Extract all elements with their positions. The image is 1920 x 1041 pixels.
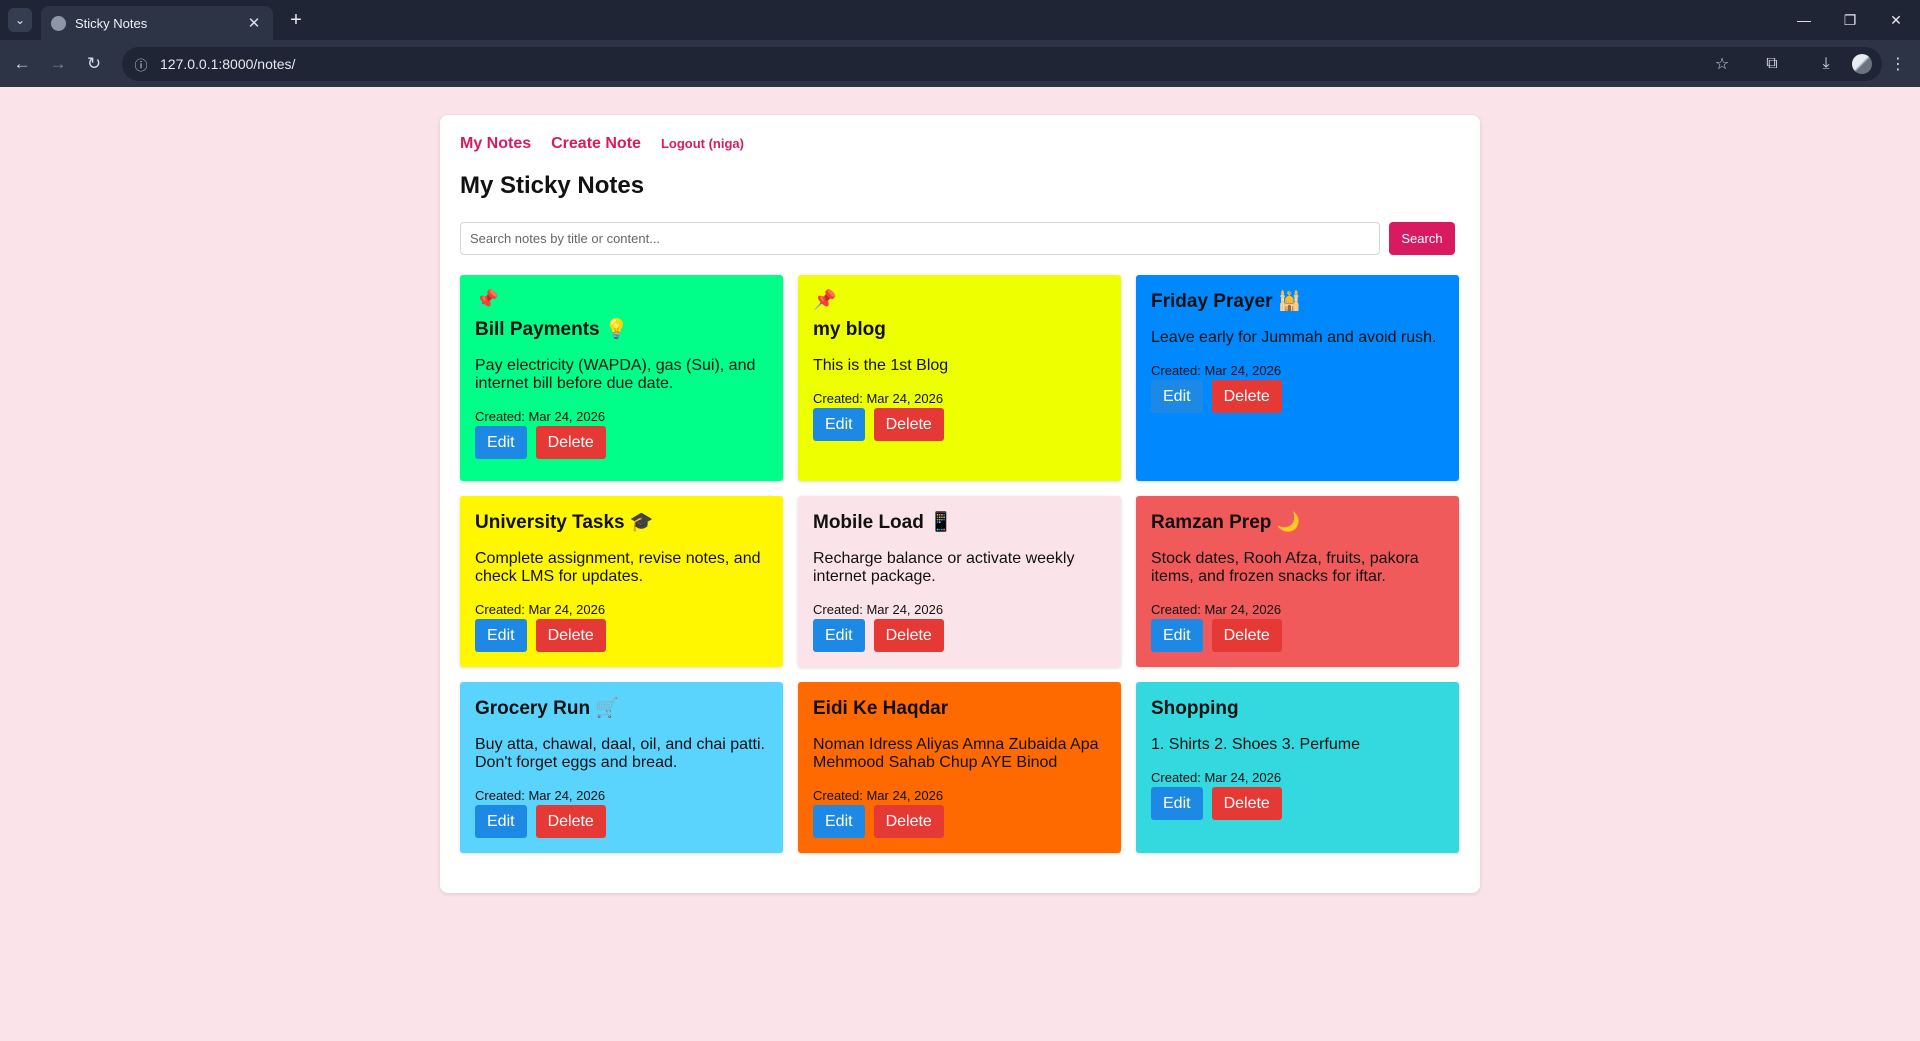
note-card: Eidi Ke Haqdar Noman Idress Aliyas Amna Z… (798, 682, 1121, 853)
edit-note-button[interactable]: Edit (813, 619, 865, 652)
main-container: My Notes Create Note Logout (niga) My St… (440, 115, 1480, 893)
note-card: 📌 Bill Payments 💡 Pay electricity (WAPDA),… (460, 275, 783, 481)
url-text[interactable]: 127.0.0.1:8000/notes/ (160, 56, 295, 72)
note-created-date: Created: Mar 24, 2026 (475, 602, 606, 617)
browser-toolbar: ← → ↻ ⓘ 127.0.0.1:8000/notes/ ☆ ⧉ ⤓ ⋮ (0, 40, 1920, 87)
edit-note-button[interactable]: Edit (1151, 787, 1203, 820)
tab-title: Sticky Notes (75, 15, 148, 31)
edit-note-button[interactable]: Edit (1151, 380, 1203, 413)
note-created-date: Created: Mar 24, 2026 (813, 602, 944, 617)
note-title: Friday Prayer 🕌 (1151, 291, 1302, 312)
pushpin-icon: 📌 (475, 290, 499, 311)
delete-note-button[interactable]: Delete (1211, 787, 1282, 820)
address-bar[interactable]: ⓘ 127.0.0.1:8000/notes/ (122, 47, 1882, 81)
note-actions: Edit Delete (813, 408, 1106, 441)
notes-grid: 📌 Bill Payments 💡 Pay electricity (WAPDA),… (460, 275, 1464, 853)
note-title: Ramzan Prep 🌙 (1151, 512, 1301, 533)
note-content: Buy atta, chawal, daal, oil, and chai pa… (475, 736, 765, 771)
note-content: Stock dates, Rooh Afza, fruits, pakora i… (1151, 550, 1419, 585)
site-info-icon[interactable]: ⓘ (124, 47, 158, 81)
edit-note-button[interactable]: Edit (1151, 619, 1203, 652)
new-tab-plus-icon[interactable]: + (282, 6, 310, 34)
note-card: Friday Prayer 🕌 Leave early for Jummah an… (1136, 275, 1459, 481)
delete-note-button[interactable]: Delete (1211, 619, 1282, 652)
note-actions: Edit Delete (813, 805, 1106, 838)
delete-note-button[interactable]: Delete (873, 805, 944, 838)
tab-search-chevron-icon[interactable]: ⌄ (8, 8, 32, 32)
note-content: Leave early for Jummah and avoid rush. (1151, 329, 1437, 346)
note-content: Pay electricity (WAPDA), gas (Sui), and … (475, 357, 756, 392)
note-content: Complete assignment, revise notes, and c… (475, 550, 761, 585)
note-created-date: Created: Mar 24, 2026 (475, 409, 606, 424)
forward-arrow-icon[interactable]: → (44, 50, 72, 78)
edit-note-button[interactable]: Edit (475, 426, 527, 459)
note-title: Shopping (1151, 698, 1239, 719)
menu-kebab-icon[interactable]: ⋮ (1884, 50, 1912, 78)
minimize-icon[interactable]: — (1784, 6, 1824, 34)
note-created-date: Created: Mar 24, 2026 (1151, 363, 1282, 378)
nav-logout-link[interactable]: Logout (niga) (661, 136, 744, 151)
search-button[interactable]: Search (1389, 222, 1455, 255)
nav-create-note-link[interactable]: Create Note (551, 135, 641, 153)
tab-close-icon[interactable]: ✕ (245, 14, 263, 32)
note-card: University Tasks 🎓 Complete assignment, r… (460, 496, 783, 667)
note-created-date: Created: Mar 24, 2026 (813, 788, 944, 803)
nav-my-notes-link[interactable]: My Notes (460, 135, 531, 153)
delete-note-button[interactable]: Delete (1211, 380, 1282, 413)
note-actions: Edit Delete (475, 619, 768, 652)
delete-note-button[interactable]: Delete (535, 619, 606, 652)
edit-note-button[interactable]: Edit (813, 805, 865, 838)
note-card: Grocery Run 🛒 Buy atta, chawal, daal, oil… (460, 682, 783, 853)
note-title: Grocery Run 🛒 (475, 698, 620, 719)
restore-icon[interactable]: ❐ (1830, 6, 1870, 34)
note-created-date: Created: Mar 24, 2026 (1151, 770, 1282, 785)
note-title: University Tasks 🎓 (475, 512, 654, 533)
window-close-icon[interactable]: ✕ (1876, 6, 1916, 34)
note-content: Noman Idress Aliyas Amna Zubaida Apa Meh… (813, 736, 1099, 771)
note-content: 1. Shirts 2. Shoes 3. Perfume (1151, 736, 1360, 753)
edit-note-button[interactable]: Edit (475, 619, 527, 652)
reload-icon[interactable]: ↻ (80, 50, 108, 78)
note-actions: Edit Delete (1151, 787, 1444, 820)
search-input[interactable] (460, 222, 1380, 255)
note-card: Mobile Load 📱 Recharge balance or activat… (798, 496, 1121, 667)
note-title: Mobile Load 📱 (813, 512, 953, 533)
edit-note-button[interactable]: Edit (813, 408, 865, 441)
note-card: 📌 my blog This is the 1st Blog Created: Mar… (798, 275, 1121, 481)
back-arrow-icon[interactable]: ← (8, 50, 36, 78)
globe-icon (51, 15, 66, 31)
note-card: Shopping 1. Shirts 2. Shoes 3. Perfume Cre… (1136, 682, 1459, 853)
note-title: Eidi Ke Haqdar (813, 698, 949, 719)
note-content: Recharge balance or activate weekly inte… (813, 550, 1075, 585)
edit-note-button[interactable]: Edit (475, 805, 527, 838)
pushpin-icon: 📌 (813, 290, 837, 311)
note-actions: Edit Delete (475, 805, 768, 838)
browser-tabstrip: ⌄ Sticky Notes ✕ + — ❐ ✕ (0, 0, 1920, 40)
delete-note-button[interactable]: Delete (873, 619, 944, 652)
browser-tab[interactable]: Sticky Notes ✕ (41, 6, 273, 40)
note-created-date: Created: Mar 24, 2026 (813, 391, 944, 406)
delete-note-button[interactable]: Delete (535, 426, 606, 459)
note-card: Ramzan Prep 🌙 Stock dates, Rooh Afza, fru… (1136, 496, 1459, 667)
note-created-date: Created: Mar 24, 2026 (475, 788, 606, 803)
profile-avatar-icon[interactable] (1848, 50, 1876, 78)
note-actions: Edit Delete (475, 426, 768, 459)
bookmark-star-icon[interactable]: ☆ (1708, 50, 1736, 78)
note-title: my blog (813, 319, 886, 340)
note-actions: Edit Delete (1151, 619, 1444, 652)
delete-note-button[interactable]: Delete (535, 805, 606, 838)
top-nav: My Notes Create Note Logout (niga) (460, 135, 764, 153)
extensions-puzzle-icon[interactable]: ⧉ (1758, 50, 1786, 78)
note-title: Bill Payments 💡 (475, 319, 629, 340)
download-icon[interactable]: ⤓ (1812, 50, 1840, 78)
delete-note-button[interactable]: Delete (873, 408, 944, 441)
note-actions: Edit Delete (1151, 380, 1444, 413)
page-title: My Sticky Notes (460, 172, 645, 199)
note-created-date: Created: Mar 24, 2026 (1151, 602, 1282, 617)
note-content: This is the 1st Blog (813, 357, 949, 374)
note-actions: Edit Delete (813, 619, 1106, 652)
